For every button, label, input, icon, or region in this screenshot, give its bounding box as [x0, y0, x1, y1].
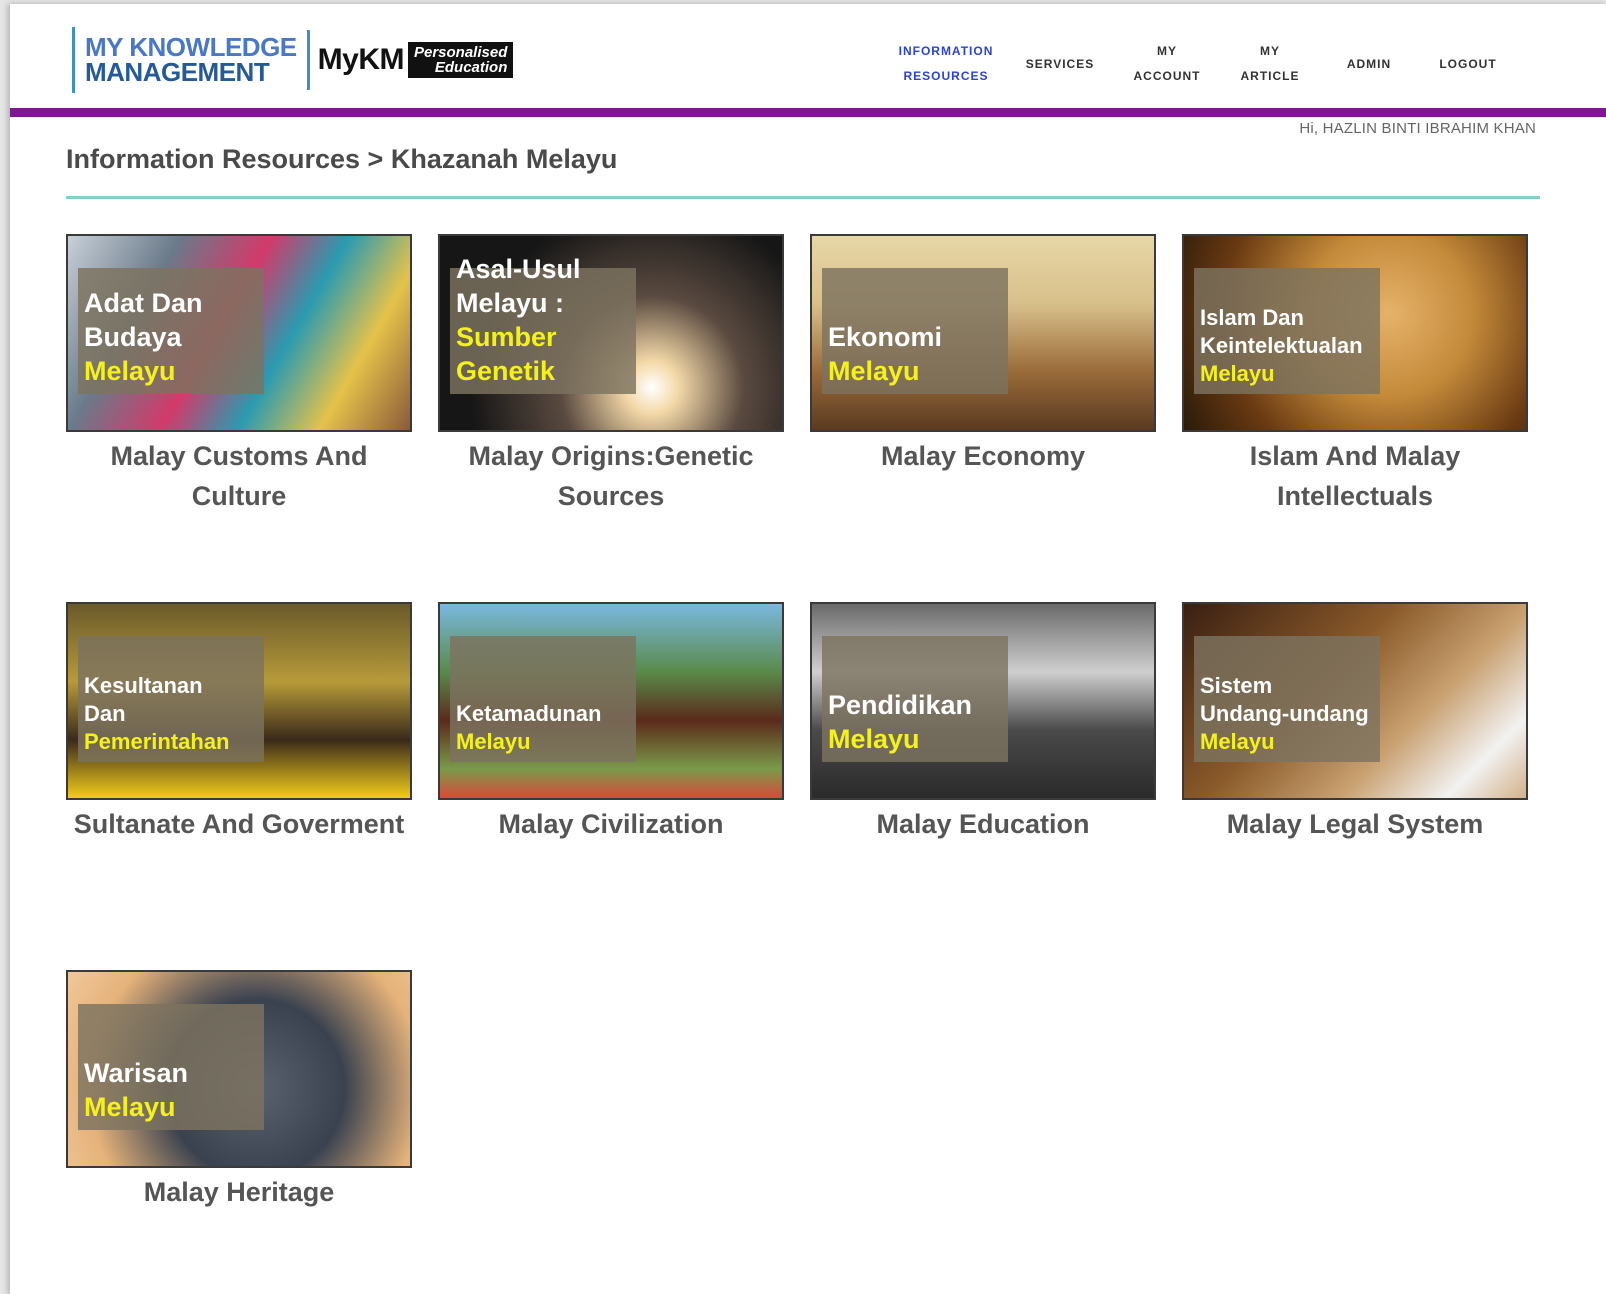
card-overlay: Kesultanan Dan Pemerintahan: [78, 636, 264, 762]
nav-my-article[interactable]: MY ARTICLE: [1230, 34, 1310, 94]
card-overlay: Ketamadunan Melayu: [450, 636, 636, 762]
overlay-title: Asal-Usul Melayu :: [456, 254, 581, 318]
nav-admin[interactable]: ADMIN: [1330, 34, 1408, 94]
card-malay-civilization[interactable]: Ketamadunan Melayu Malay Civilization: [438, 602, 784, 844]
logo-divider: [72, 27, 75, 93]
card-thumbnail[interactable]: Pendidikan Melayu: [810, 602, 1156, 800]
overlay-highlight: Melayu: [84, 356, 176, 386]
overlay-highlight: Sumber Genetik: [456, 322, 557, 386]
overlay-title: Ketamadunan: [456, 701, 602, 726]
nav-information-resources[interactable]: INFORMATION RESOURCES: [890, 34, 1002, 94]
card-caption[interactable]: Malay Origins:Genetic Sources: [438, 436, 784, 516]
card-overlay: Pendidikan Melayu: [822, 636, 1008, 762]
card-thumbnail[interactable]: Asal-Usul Melayu : Sumber Genetik: [438, 234, 784, 432]
site-logo[interactable]: MY KNOWLEDGE MANAGEMENT MyKM Personalise…: [72, 26, 514, 94]
breadcrumb-divider: [66, 196, 1540, 199]
overlay-highlight: Pemerintahan: [84, 729, 230, 754]
nav-my-account[interactable]: MY ACCOUNT: [1122, 34, 1212, 94]
card-caption[interactable]: Malay Legal System: [1182, 804, 1528, 844]
page: MY KNOWLEDGE MANAGEMENT MyKM Personalise…: [10, 4, 1606, 1294]
card-malay-customs[interactable]: Adat Dan Budaya Melayu Malay Customs And…: [66, 234, 412, 516]
overlay-highlight: Melayu: [1200, 729, 1275, 754]
card-overlay: Sistem Undang-undang Melayu: [1194, 636, 1380, 762]
overlay-highlight: Melayu: [84, 1092, 176, 1122]
card-overlay: Ekonomi Melayu: [822, 268, 1008, 394]
logo-line2: MANAGEMENT: [85, 57, 270, 87]
overlay-title: Pendidikan: [828, 690, 973, 720]
card-caption[interactable]: Malay Customs And Culture: [66, 436, 412, 516]
card-thumbnail[interactable]: Sistem Undang-undang Melayu: [1182, 602, 1528, 800]
overlay-title: Warisan: [84, 1058, 189, 1088]
overlay-highlight: Melayu: [456, 729, 531, 754]
card-malay-legal-system[interactable]: Sistem Undang-undang Melayu Malay Legal …: [1182, 602, 1528, 844]
card-thumbnail[interactable]: Ketamadunan Melayu: [438, 602, 784, 800]
logo-badge-line2: Education: [434, 59, 508, 76]
logo-separator: [306, 30, 310, 90]
logo-brand: MyKM: [317, 43, 405, 76]
card-malay-education[interactable]: Pendidikan Melayu Malay Education: [810, 602, 1156, 844]
breadcrumb: Information Resources > Khazanah Melayu: [66, 144, 618, 174]
card-caption[interactable]: Malay Civilization: [438, 804, 784, 844]
overlay-highlight: Melayu: [1200, 361, 1275, 386]
card-caption[interactable]: Malay Heritage: [66, 1172, 412, 1212]
overlay-title: Ekonomi: [828, 322, 943, 352]
logo-text: MY KNOWLEDGE MANAGEMENT: [85, 34, 297, 87]
card-sultanate[interactable]: Kesultanan Dan Pemerintahan Sultanate An…: [66, 602, 412, 844]
card-thumbnail[interactable]: Adat Dan Budaya Melayu: [66, 234, 412, 432]
overlay-title: Kesultanan Dan: [84, 673, 203, 726]
nav-logout[interactable]: LOGOUT: [1426, 34, 1510, 94]
card-caption[interactable]: Malay Economy: [810, 436, 1156, 476]
card-malay-economy[interactable]: Ekonomi Melayu Malay Economy: [810, 234, 1156, 476]
card-thumbnail[interactable]: Warisan Melayu: [66, 970, 412, 1168]
logo-badge-line1: Personalised: [413, 44, 508, 61]
logo-badge: Personalised Education: [407, 42, 514, 78]
overlay-title: Islam Dan Keintelektualan: [1200, 305, 1363, 358]
card-caption[interactable]: Malay Education: [810, 804, 1156, 844]
card-thumbnail[interactable]: Kesultanan Dan Pemerintahan: [66, 602, 412, 800]
header: MY KNOWLEDGE MANAGEMENT MyKM Personalise…: [10, 4, 1606, 108]
card-overlay: Islam Dan Keintelektualan Melayu: [1194, 268, 1380, 394]
main-nav: INFORMATION RESOURCES SERVICES MY ACCOUN…: [890, 34, 1550, 94]
card-caption[interactable]: Islam And Malay Intellectuals: [1182, 436, 1528, 516]
card-caption[interactable]: Sultanate And Goverment: [66, 804, 412, 844]
user-greeting: Hi, HAZLIN BINTI IBRAHIM KHAN: [1299, 120, 1536, 137]
header-accent-bar: [10, 108, 1606, 117]
card-thumbnail[interactable]: Ekonomi Melayu: [810, 234, 1156, 432]
card-islam-intellectuals[interactable]: Islam Dan Keintelektualan Melayu Islam A…: [1182, 234, 1528, 516]
nav-services[interactable]: SERVICES: [1014, 34, 1106, 94]
card-thumbnail[interactable]: Islam Dan Keintelektualan Melayu: [1182, 234, 1528, 432]
overlay-highlight: Melayu: [828, 724, 920, 754]
card-overlay: Adat Dan Budaya Melayu: [78, 268, 264, 394]
card-malay-heritage[interactable]: Warisan Melayu Malay Heritage: [66, 970, 412, 1212]
card-overlay: Warisan Melayu: [78, 1004, 264, 1130]
card-malay-origins[interactable]: Asal-Usul Melayu : Sumber Genetik Malay …: [438, 234, 784, 516]
overlay-highlight: Melayu: [828, 356, 920, 386]
overlay-title: Sistem Undang-undang: [1200, 673, 1369, 726]
card-overlay: Asal-Usul Melayu : Sumber Genetik: [450, 254, 636, 394]
overlay-title: Adat Dan Budaya: [84, 288, 203, 352]
